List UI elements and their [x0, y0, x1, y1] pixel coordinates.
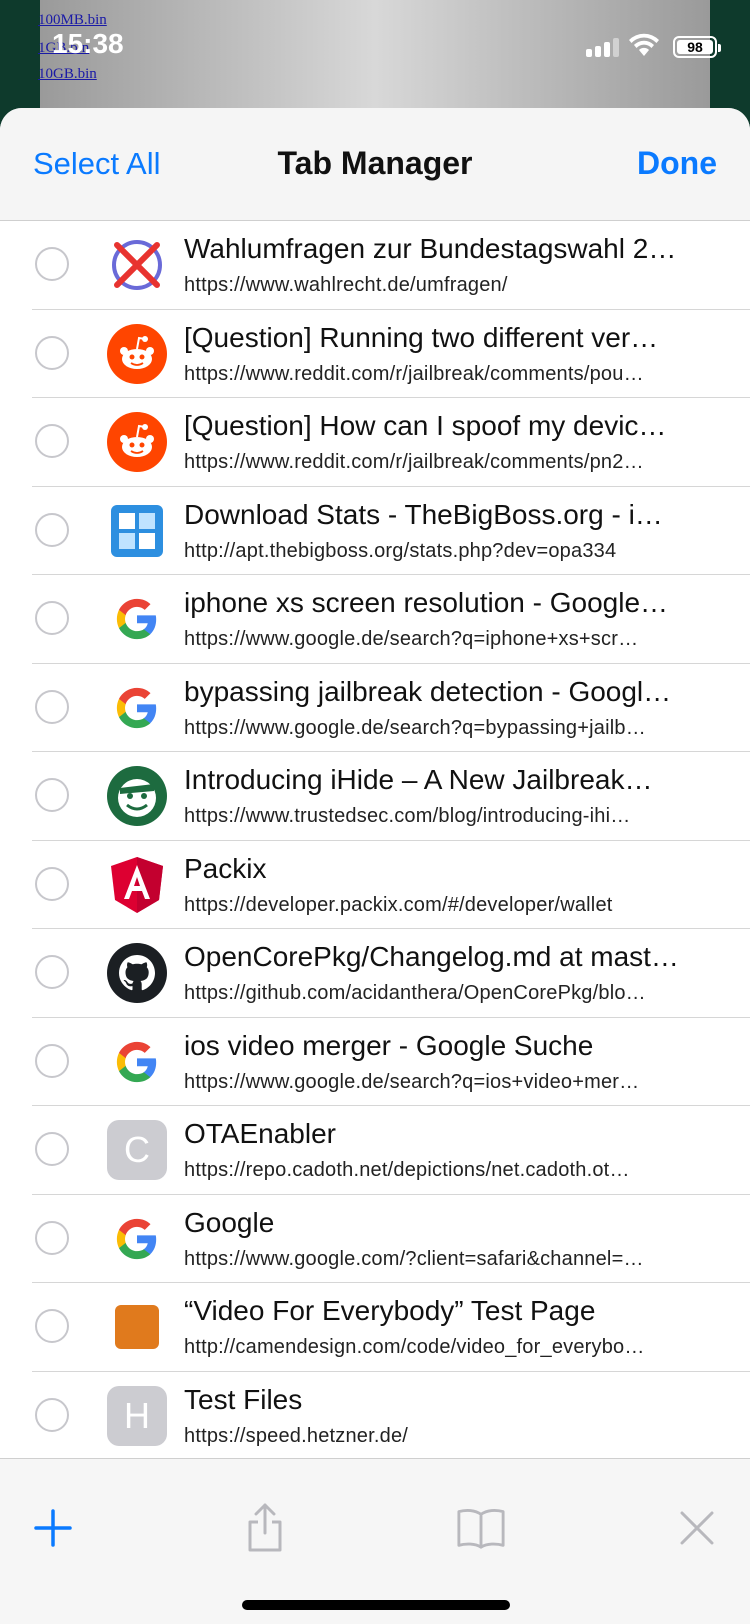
- tab-row[interactable]: Packix https://developer.packix.com/#/de…: [0, 840, 750, 929]
- tab-row[interactable]: Google https://www.google.com/?client=sa…: [0, 1194, 750, 1283]
- select-radio[interactable]: [35, 247, 69, 281]
- plus-icon[interactable]: [28, 1503, 78, 1553]
- tab-title: “Video For Everybody” Test Page: [184, 1295, 596, 1326]
- tab-title: Introducing iHide – A New Jailbreak…: [184, 764, 653, 795]
- tab-row[interactable]: [Question] Running two different ver… ht…: [0, 309, 750, 398]
- tab-row[interactable]: [Question] How can I spoof my devic… htt…: [0, 398, 750, 487]
- select-radio[interactable]: [35, 424, 69, 458]
- letter-h-glyph: H: [107, 1385, 167, 1446]
- tab-row[interactable]: Wahlumfragen zur Bundestagswahl 2… https…: [0, 221, 750, 310]
- tab-row[interactable]: bypassing jailbreak detection - Googl… h…: [0, 663, 750, 752]
- tab-url: http://camendesign.com/code/video_for_ev…: [184, 1336, 645, 1358]
- tab-title: OpenCorePkg/Changelog.md at mast…: [184, 941, 679, 972]
- select-radio[interactable]: [35, 1043, 69, 1078]
- tab-row[interactable]: H Test Files https://speed.hetzner.de/: [0, 1371, 750, 1460]
- select-radio[interactable]: [35, 866, 69, 901]
- tab-url: https://www.wahlrecht.de/umfragen/: [184, 274, 508, 296]
- tab-url: https://developer.packix.com/#/developer…: [184, 893, 613, 916]
- tab-title: [Question] How can I spoof my devic…: [184, 410, 667, 441]
- reddit-icon: [107, 323, 167, 384]
- tab-title: Google: [184, 1206, 275, 1238]
- battery-level: 98: [677, 40, 713, 54]
- bg-link-10gb: 10GB.bin: [38, 66, 97, 82]
- tab-url: https://www.reddit.com/r/jailbreak/comme…: [184, 451, 644, 473]
- home-indicator[interactable]: [242, 1600, 510, 1610]
- reddit-icon: [107, 412, 167, 472]
- bookmarks-icon[interactable]: [456, 1503, 506, 1553]
- select-radio[interactable]: [35, 1132, 69, 1166]
- tab-row[interactable]: iphone xs screen resolution - Google… ht…: [0, 575, 750, 664]
- tab-url: https://www.google.com/?client=safari&ch…: [184, 1247, 644, 1270]
- wahlrecht-icon: [107, 235, 167, 295]
- tab-url: https://repo.cadoth.net/depictions/net.c…: [184, 1159, 630, 1181]
- select-radio[interactable]: [35, 1220, 69, 1255]
- tab-title: Wahlumfragen zur Bundestagswahl 2…: [184, 233, 677, 264]
- trustedsec-icon: [107, 766, 167, 826]
- tab-row[interactable]: ios video merger - Google Suche https://…: [0, 1017, 750, 1106]
- tab-row[interactable]: OpenCorePkg/Changelog.md at mast… https:…: [0, 929, 750, 1018]
- tab-url: https://www.google.de/search?q=ios+video…: [184, 1070, 640, 1093]
- angular-icon: [107, 855, 167, 915]
- tab-title: OTAEnabler: [184, 1118, 336, 1149]
- tab-list: Wahlumfragen zur Bundestagswahl 2… https…: [0, 221, 750, 1460]
- tab-title: bypassing jailbreak detection - Googl…: [184, 675, 672, 707]
- tab-title: Test Files: [184, 1383, 303, 1415]
- tab-row[interactable]: Download Stats - TheBigBoss.org - i… htt…: [0, 486, 750, 575]
- tab-manager-sheet: Select All Tab Manager Done Wahlumfragen…: [0, 108, 750, 1624]
- nav-bar: Select All Tab Manager Done: [0, 108, 750, 221]
- select-radio[interactable]: [35, 778, 69, 812]
- letter-c-icon: C: [107, 1120, 167, 1180]
- letter-h-icon: H: [107, 1385, 167, 1446]
- tab-title: [Question] Running two different ver…: [184, 321, 659, 353]
- bg-link-100mb: 100MB.bin: [38, 12, 107, 28]
- select-radio[interactable]: [35, 1397, 69, 1432]
- select-radio[interactable]: [35, 1309, 69, 1343]
- battery-icon: 98: [673, 36, 721, 58]
- tab-title: ios video merger - Google Suche: [184, 1029, 594, 1061]
- select-radio[interactable]: [35, 601, 69, 635]
- tab-url: https://www.reddit.com/r/jailbreak/comme…: [184, 362, 644, 385]
- tab-title: Download Stats - TheBigBoss.org - i…: [184, 498, 663, 530]
- tab-url: http://apt.thebigboss.org/stats.php?dev=…: [184, 539, 617, 562]
- status-time: 15:38: [52, 28, 124, 59]
- close-icon[interactable]: [672, 1503, 722, 1553]
- tab-row[interactable]: “Video For Everybody” Test Page http://c…: [0, 1283, 750, 1372]
- select-radio[interactable]: [35, 335, 69, 370]
- done-button[interactable]: Done: [637, 145, 717, 182]
- google-icon: [107, 678, 167, 738]
- tab-row[interactable]: C OTAEnabler https://repo.cadoth.net/dep…: [0, 1106, 750, 1195]
- wifi-icon: [629, 33, 659, 56]
- google-icon: [107, 589, 167, 649]
- select-radio[interactable]: [35, 512, 69, 547]
- github-icon: [107, 943, 167, 1003]
- tab-row[interactable]: Introducing iHide – A New Jailbreak… htt…: [0, 752, 750, 841]
- select-radio[interactable]: [35, 689, 69, 724]
- camendesign-icon: [107, 1297, 167, 1357]
- select-radio[interactable]: [35, 955, 69, 989]
- tab-url: https://www.trustedsec.com/blog/introduc…: [184, 805, 631, 827]
- letter-c-glyph: C: [107, 1120, 167, 1180]
- share-icon[interactable]: [240, 1503, 290, 1553]
- tab-title: Packix: [184, 852, 267, 884]
- bigboss-icon: [107, 501, 167, 561]
- tab-url: https://github.com/acidanthera/OpenCoreP…: [184, 982, 646, 1004]
- cellular-signal-icon: [586, 37, 626, 57]
- tab-url: https://speed.hetzner.de/: [184, 1424, 409, 1447]
- google-icon: [107, 1032, 167, 1092]
- tab-url: https://www.google.de/search?q=iphone+xs…: [184, 628, 639, 650]
- tab-title: iphone xs screen resolution - Google…: [184, 587, 669, 618]
- google-icon: [107, 1209, 167, 1269]
- tab-url: https://www.google.de/search?q=bypassing…: [184, 716, 646, 739]
